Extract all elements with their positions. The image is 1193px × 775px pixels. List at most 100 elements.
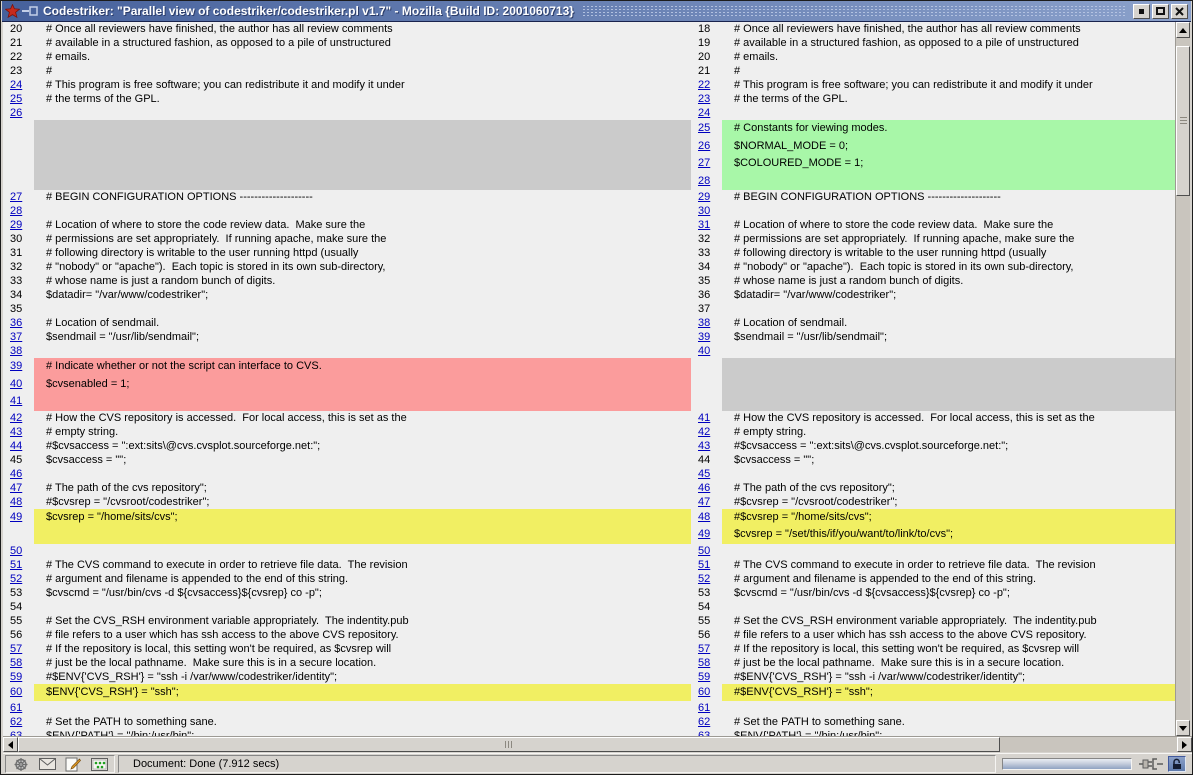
diff-row: 36$datadir= "/var/www/codestriker"; bbox=[691, 288, 1177, 302]
vertical-scrollbar[interactable] bbox=[1175, 22, 1190, 736]
security-button[interactable] bbox=[1168, 756, 1186, 772]
diff-row: 34$datadir= "/var/www/codestriker"; bbox=[3, 288, 691, 302]
line-number-link[interactable]: 28 bbox=[3, 204, 34, 218]
line-number-link[interactable]: 50 bbox=[691, 544, 722, 558]
line-number-link[interactable]: 63 bbox=[691, 729, 722, 736]
line-number-link[interactable]: 59 bbox=[3, 670, 34, 684]
line-number-link[interactable]: 42 bbox=[691, 425, 722, 439]
line-number: 37 bbox=[691, 302, 722, 316]
diff-row: 52# argument and filename is appended to… bbox=[691, 572, 1177, 586]
line-number-link[interactable]: 57 bbox=[691, 642, 722, 656]
line-number-link[interactable]: 43 bbox=[3, 425, 34, 439]
line-number-link[interactable]: 31 bbox=[691, 218, 722, 232]
line-number-link[interactable]: 61 bbox=[3, 701, 34, 715]
composer-button[interactable] bbox=[63, 757, 83, 772]
line-number-link[interactable]: 37 bbox=[3, 330, 34, 344]
line-number-link[interactable]: 58 bbox=[3, 656, 34, 670]
line-number-link[interactable]: 62 bbox=[3, 715, 34, 729]
scroll-right-button[interactable] bbox=[1177, 737, 1192, 752]
line-number-link[interactable]: 60 bbox=[3, 684, 34, 702]
line-number-link[interactable]: 25 bbox=[3, 92, 34, 106]
scroll-down-button[interactable] bbox=[1176, 720, 1190, 736]
diff-row bbox=[3, 526, 691, 544]
line-number-link[interactable]: 39 bbox=[3, 358, 34, 376]
code-text: #$ENV{'CVS_RSH'} = "ssh -i /var/www/code… bbox=[722, 670, 1177, 684]
code-text bbox=[722, 204, 1177, 218]
diff-row: 57# If the repository is local, this set… bbox=[3, 642, 691, 656]
diff-row: 45 bbox=[691, 467, 1177, 481]
line-number-link[interactable]: 47 bbox=[691, 495, 722, 509]
line-number-link[interactable]: 40 bbox=[3, 376, 34, 394]
online-indicator[interactable] bbox=[1138, 757, 1164, 771]
line-number-link[interactable]: 52 bbox=[691, 572, 722, 586]
line-number-link[interactable]: 26 bbox=[3, 106, 34, 120]
line-number-link[interactable]: 48 bbox=[691, 509, 722, 527]
line-number-link[interactable]: 36 bbox=[3, 316, 34, 330]
line-number-link[interactable]: 41 bbox=[691, 411, 722, 425]
line-number bbox=[691, 358, 722, 376]
line-number-link[interactable]: 58 bbox=[691, 656, 722, 670]
maximize-button[interactable] bbox=[1152, 4, 1169, 19]
line-number-link[interactable]: 49 bbox=[3, 509, 34, 527]
line-number-link[interactable]: 43 bbox=[691, 439, 722, 453]
line-number-link[interactable]: 51 bbox=[691, 558, 722, 572]
diff-row: 58# just be the local pathname. Make sur… bbox=[691, 656, 1177, 670]
line-number-link[interactable]: 28 bbox=[691, 173, 722, 191]
close-button[interactable] bbox=[1171, 4, 1188, 19]
scroll-left-button[interactable] bbox=[3, 737, 18, 752]
line-number bbox=[691, 393, 722, 411]
diff-row: 57# If the repository is local, this set… bbox=[691, 642, 1177, 656]
line-number-link[interactable]: 24 bbox=[691, 106, 722, 120]
line-number-link[interactable]: 45 bbox=[691, 467, 722, 481]
diff-row: 44#$cvsaccess = ":ext:sits\@cvs.cvsplot.… bbox=[3, 439, 691, 453]
diff-row: 38# Location of sendmail. bbox=[691, 316, 1177, 330]
line-number-link[interactable]: 61 bbox=[691, 701, 722, 715]
scroll-up-button[interactable] bbox=[1176, 22, 1190, 38]
line-number-link[interactable]: 38 bbox=[691, 316, 722, 330]
line-number-link[interactable]: 38 bbox=[3, 344, 34, 358]
line-number-link[interactable]: 39 bbox=[691, 330, 722, 344]
line-number-link[interactable]: 41 bbox=[3, 393, 34, 411]
code-text bbox=[34, 526, 691, 544]
line-number-link[interactable]: 50 bbox=[3, 544, 34, 558]
line-number-link[interactable]: 27 bbox=[691, 155, 722, 173]
horizontal-scrollbar[interactable] bbox=[3, 736, 1192, 752]
line-number: 56 bbox=[691, 628, 722, 642]
line-number-link[interactable]: 29 bbox=[3, 218, 34, 232]
line-number-link[interactable]: 42 bbox=[3, 411, 34, 425]
line-number-link[interactable]: 44 bbox=[3, 439, 34, 453]
addressbook-button[interactable] bbox=[89, 757, 109, 772]
line-number-link[interactable]: 57 bbox=[3, 642, 34, 656]
line-number-link[interactable]: 51 bbox=[3, 558, 34, 572]
line-number-link[interactable]: 62 bbox=[691, 715, 722, 729]
line-number-link[interactable]: 47 bbox=[3, 481, 34, 495]
horizontal-scrollbar-thumb[interactable] bbox=[18, 737, 1000, 752]
line-number: 32 bbox=[3, 260, 34, 274]
line-number-link[interactable]: 23 bbox=[691, 92, 722, 106]
line-number-link[interactable]: 40 bbox=[691, 344, 722, 358]
line-number-link[interactable]: 24 bbox=[3, 78, 34, 92]
diff-row: 50 bbox=[691, 544, 1177, 558]
minimize-button[interactable] bbox=[1133, 4, 1150, 19]
line-number: 35 bbox=[3, 302, 34, 316]
line-number-link[interactable]: 49 bbox=[691, 526, 722, 544]
mail-button[interactable] bbox=[37, 757, 57, 772]
line-number-link[interactable]: 27 bbox=[3, 190, 34, 204]
navigator-button[interactable] bbox=[11, 757, 31, 772]
line-number-link[interactable]: 22 bbox=[691, 78, 722, 92]
line-number-link[interactable]: 29 bbox=[691, 190, 722, 204]
line-number-link[interactable]: 25 bbox=[691, 120, 722, 138]
security-lock-icon bbox=[1171, 758, 1183, 770]
line-number-link[interactable]: 63 bbox=[3, 729, 34, 736]
line-number-link[interactable]: 26 bbox=[691, 138, 722, 156]
diff-view: 20# Once all reviewers have finished, th… bbox=[3, 22, 1177, 736]
code-text: #$cvsaccess = ":ext:sits\@cvs.cvsplot.so… bbox=[34, 439, 691, 453]
vertical-scrollbar-thumb[interactable] bbox=[1176, 46, 1190, 196]
line-number-link[interactable]: 52 bbox=[3, 572, 34, 586]
line-number-link[interactable]: 60 bbox=[691, 684, 722, 702]
line-number-link[interactable]: 59 bbox=[691, 670, 722, 684]
line-number-link[interactable]: 46 bbox=[3, 467, 34, 481]
line-number-link[interactable]: 46 bbox=[691, 481, 722, 495]
line-number-link[interactable]: 48 bbox=[3, 495, 34, 509]
line-number-link[interactable]: 30 bbox=[691, 204, 722, 218]
